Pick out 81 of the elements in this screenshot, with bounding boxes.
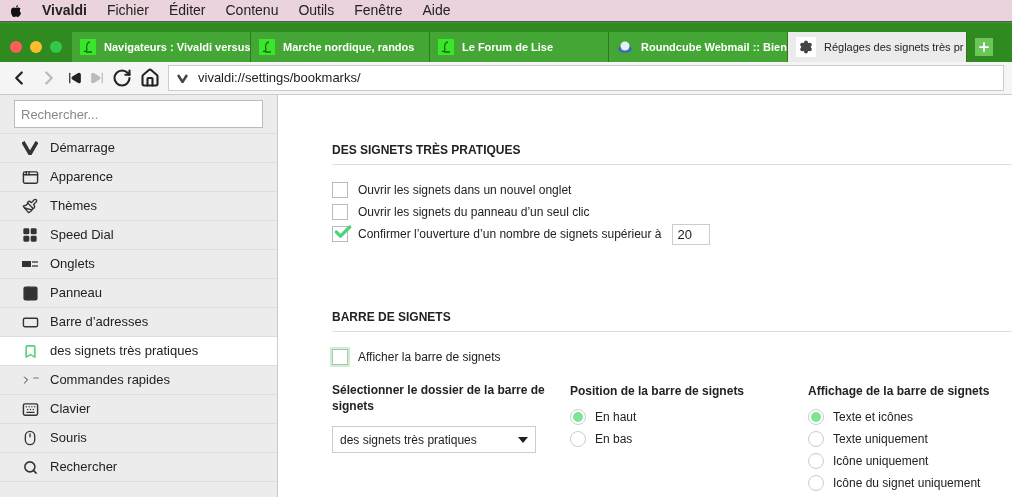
sidebar-item[interactable]: des signets très pratiques — [0, 337, 277, 366]
browser-tab[interactable]: Réglages des signets très pr — [788, 32, 967, 62]
app-menu[interactable]: Vivaldi — [42, 0, 87, 21]
item-label: Souris — [50, 429, 87, 448]
group-label: Position de la barre de signets — [570, 383, 746, 400]
maximize-window-icon[interactable] — [50, 41, 62, 53]
folder-dropdown[interactable]: des signets très pratiques — [332, 426, 536, 453]
item-label: des signets très pratiques — [50, 342, 199, 361]
minimize-window-icon[interactable] — [30, 41, 42, 53]
menu-item[interactable]: Fenêtre — [354, 0, 403, 21]
checkbox-label: Confirmer l’ouverture d’un nombre de signets supérieur à — [358, 226, 662, 243]
menu-item[interactable]: Aide — [422, 0, 451, 21]
radio-button[interactable] — [570, 409, 586, 425]
new-tab-button[interactable] — [975, 38, 993, 56]
address-field[interactable]: vivaldi://settings/bookmarks/ — [168, 65, 1004, 91]
script-letter-icon — [80, 39, 96, 55]
item-label: Apparence — [50, 168, 113, 187]
fast-forward-icon[interactable] — [90, 71, 104, 85]
radio-button[interactable] — [570, 431, 586, 447]
script-letter-icon — [438, 39, 454, 55]
tab-title: Réglages des signets très pr — [824, 39, 964, 55]
item-label: Panneau — [50, 284, 103, 303]
item-label: Onglets — [50, 255, 95, 274]
vivaldi-v-icon — [22, 141, 38, 155]
apple-icon[interactable] — [10, 3, 22, 18]
radio-label: Texte uniquement — [833, 431, 928, 448]
brush-icon — [22, 198, 38, 214]
checkbox[interactable] — [332, 182, 348, 198]
search-field[interactable]: Rechercher... — [14, 100, 263, 128]
tab-title: Navigateurs : Vivaldi versus — [104, 39, 250, 55]
radio-button[interactable] — [808, 409, 824, 425]
radio-label: Texte et icônes — [833, 409, 914, 426]
menu-item[interactable]: Éditer — [168, 0, 206, 21]
close-window-icon[interactable] — [10, 41, 22, 53]
item-label: Barre d’adresses — [50, 313, 149, 332]
dropdown-caret-icon — [518, 436, 528, 443]
menu-item[interactable]: Contenu — [225, 0, 279, 21]
radio-button[interactable] — [808, 431, 824, 447]
bookmark-icon — [22, 343, 38, 359]
settings-icon — [796, 37, 816, 57]
item-label: Démarrage — [50, 139, 116, 158]
tab-title: Le Forum de Lise — [462, 39, 554, 55]
radio-label: En bas — [595, 431, 633, 448]
radio-button[interactable] — [808, 453, 824, 469]
group-label: Sélectionner le dossier de la barre de signets — [332, 382, 546, 414]
radio-label: Icône uniquement — [833, 453, 929, 470]
rewind-icon[interactable] — [68, 71, 82, 85]
panel-icon — [21, 284, 39, 302]
item-label: Thèmes — [50, 197, 97, 216]
radio-label: Icône du signet uniquement — [833, 475, 981, 492]
checkbox-label: Ouvrir les signets dans un nouvel onglet — [358, 182, 572, 199]
item-label: Commandes rapides — [50, 371, 170, 390]
script-letter-icon — [259, 39, 275, 55]
search-icon — [22, 459, 38, 475]
menu-item[interactable]: Outils — [298, 0, 335, 21]
keyboard-icon — [21, 400, 39, 418]
url-text: vivaldi://settings/bookmarks/ — [198, 69, 361, 88]
radio-button[interactable] — [808, 475, 824, 491]
checkbox-label: Afficher la barre de signets — [358, 349, 501, 366]
tab-title: Roundcube Webmail :: Bien — [641, 39, 787, 55]
section-heading: BARRE DE SIGNETS — [332, 310, 451, 324]
group-label: Affichage de la barre de signets — [808, 383, 991, 400]
plus-icon — [977, 40, 991, 54]
item-label: Rechercher — [50, 458, 118, 477]
checkbox-label: Ouvrir les signets du panneau d’un seul clic — [358, 204, 590, 221]
menu-item[interactable]: Fichier — [106, 0, 149, 21]
tabs-icon — [22, 261, 38, 267]
checkbox[interactable] — [332, 204, 348, 220]
globe-icon — [617, 40, 633, 54]
vivaldi-v-icon — [177, 73, 188, 83]
window-icon — [21, 168, 39, 186]
section-heading: DES SIGNETS TRÈS PRATIQUES — [332, 143, 521, 157]
home-icon[interactable] — [140, 68, 160, 88]
item-label: Speed Dial — [50, 226, 114, 245]
item-label: Clavier — [50, 400, 91, 419]
mouse-icon — [22, 430, 38, 446]
tab-title: Marche nordique, randos — [283, 39, 415, 55]
number-field[interactable]: 20 — [671, 223, 710, 245]
radio-label: En haut — [595, 409, 637, 426]
grid-icon — [22, 227, 38, 243]
reload-icon[interactable] — [112, 68, 132, 88]
